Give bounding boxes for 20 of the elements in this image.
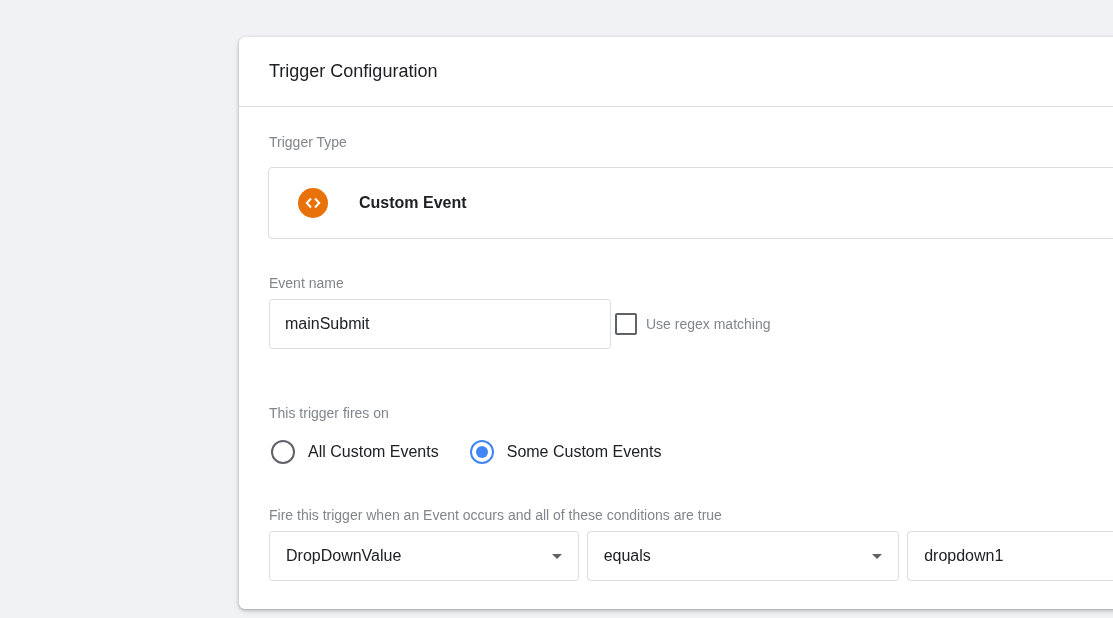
checkbox-label[interactable]: Use regex matching [646,316,771,332]
section-label: Fire this trigger when an Event occurs and all of these conditions are true [269,507,723,523]
caret-icon [872,553,883,559]
field-label: Event name [269,275,345,291]
checkbox[interactable] [615,313,637,335]
value-field[interactable]: dropdown1 [907,531,1113,581]
radio-label[interactable]: All Custom Events [308,443,439,461]
trigger-type-card[interactable]: Custom Event [268,167,1113,239]
radio-button[interactable] [469,440,494,464]
trigger-type-name: Custom Event [359,194,467,212]
section-label: Trigger Type [269,134,348,150]
dialog-title: Trigger Configuration [269,61,438,82]
radio-button[interactable] [271,440,295,464]
dropdown[interactable]: DropDownValue [269,531,579,581]
event-name-field[interactable]: mainSubmit [269,299,611,349]
radio-label[interactable]: Some Custom Events [506,443,662,461]
section-label: This trigger fires on [269,405,390,421]
dropdown[interactable]: equals [586,531,900,581]
caret-icon [551,553,562,559]
code-icon [298,188,328,218]
